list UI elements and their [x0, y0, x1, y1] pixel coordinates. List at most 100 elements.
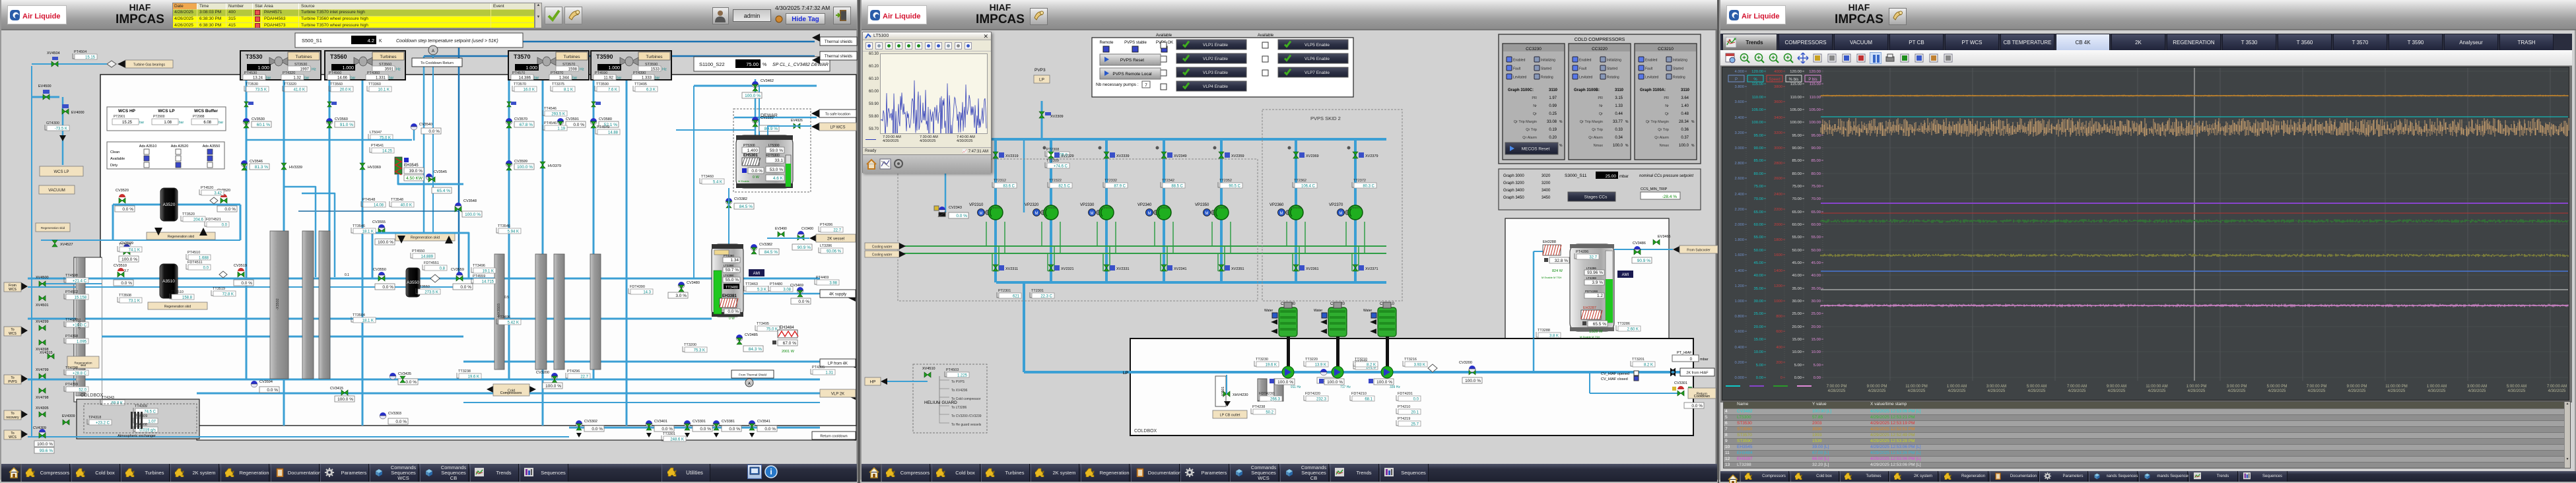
- svg-text:Clean: Clean: [110, 150, 119, 154]
- svg-text:3400: 3400: [1774, 116, 1782, 120]
- svg-text:0.0 %: 0.0 %: [267, 388, 278, 393]
- svg-text:PR: PR: [1598, 96, 1603, 100]
- svg-text:TT3520: TT3520: [182, 212, 195, 216]
- svg-text:100.0 %: 100.0 %: [337, 397, 353, 402]
- svg-text:M: M: [1280, 212, 1283, 216]
- svg-text:717 Hz: 717 Hz: [1340, 385, 1351, 389]
- svg-text:bar: bar: [389, 77, 394, 80]
- svg-text:32.8 %: 32.8 %: [1555, 259, 1568, 263]
- svg-text:LT3398: LT3398: [724, 264, 733, 267]
- svg-text:11.92: 11.92: [603, 77, 613, 80]
- svg-text:293.5 K: 293.5 K: [551, 113, 565, 117]
- svg-text:bar: bar: [219, 121, 224, 125]
- svg-text:VLP5 Enable: VLP5 Enable: [1305, 43, 1330, 48]
- svg-text:3450: 3450: [1542, 196, 1551, 200]
- svg-text:M: M: [1205, 212, 1209, 216]
- svg-text:25.00: 25.00: [1606, 174, 1617, 179]
- svg-text:50.2: 50.2: [1266, 411, 1273, 415]
- svg-text:TT2309: TT2309: [1046, 159, 1059, 163]
- svg-text:80.00: 80.00: [1753, 172, 1763, 176]
- svg-text:0.800: 0.800: [1734, 315, 1744, 319]
- svg-text:PT4799: PT4799: [65, 383, 78, 387]
- svg-text:CV3555: CV3555: [372, 220, 386, 224]
- svg-text:93.06 %: 93.06 %: [827, 250, 842, 254]
- svg-text:FDT4551: FDT4551: [424, 261, 439, 265]
- svg-text:0.0 %: 0.0 %: [382, 285, 393, 290]
- svg-text:VP2370: VP2370: [1329, 203, 1343, 207]
- svg-text:3.000: 3.000: [1734, 146, 1744, 150]
- svg-text:55.0 %: 55.0 %: [726, 278, 739, 282]
- svg-text:0 W: 0 W: [729, 317, 735, 321]
- svg-text:P: P: [1735, 78, 1738, 82]
- svg-text:XV2339: XV2339: [1116, 154, 1130, 158]
- svg-text:39.0 %: 39.0 %: [409, 169, 423, 174]
- svg-text:%: %: [1559, 144, 1563, 148]
- svg-text:621: 621: [1013, 295, 1020, 299]
- svg-text:PVPS: PVPS: [8, 380, 17, 384]
- svg-text:XV2311: XV2311: [1005, 267, 1018, 271]
- svg-text:4.2: 4.2: [368, 38, 374, 44]
- svg-text:0.019 g/s: 0.019 g/s: [139, 429, 156, 433]
- svg-text:0: 0: [1780, 376, 1782, 380]
- svg-text:5.42 K: 5.42 K: [508, 321, 519, 325]
- svg-text:0.48: 0.48: [1681, 112, 1689, 116]
- svg-text:2K vessel: 2K vessel: [827, 238, 844, 242]
- svg-text:1.2: 1.2: [1597, 294, 1603, 298]
- svg-text:232.3: 232.3: [1316, 398, 1327, 402]
- svg-text:15.25: 15.25: [122, 121, 133, 125]
- svg-text:1.000: 1.000: [257, 66, 269, 71]
- svg-text:0.0: 0.0: [1413, 398, 1419, 402]
- svg-text:TT3286: TT3286: [1617, 322, 1630, 326]
- svg-text:TT3288: TT3288: [1538, 329, 1550, 333]
- svg-text:90.00: 90.00: [1792, 146, 1802, 150]
- svg-text:0.0 %: 0.0 %: [751, 169, 763, 174]
- svg-text:2200: 2200: [1774, 208, 1782, 212]
- svg-text:EH3288: EH3288: [1543, 240, 1556, 244]
- svg-text:4.6 K: 4.6 K: [773, 176, 784, 181]
- svg-text:3.0 %: 3.0 %: [675, 294, 687, 298]
- svg-text:0.36: 0.36: [1681, 128, 1689, 132]
- svg-text:88.5 C: 88.5 C: [1171, 185, 1183, 189]
- svg-text:1.97: 1.97: [1549, 96, 1557, 100]
- svg-text:84.5 %: 84.5 %: [739, 205, 753, 209]
- svg-text:CCS_MIN_TRIP: CCS_MIN_TRIP: [1641, 187, 1668, 191]
- svg-text:PT4549: PT4549: [597, 125, 609, 129]
- svg-text:TT2332: TT2332: [1104, 179, 1117, 183]
- svg-text:100.00: 100.00: [1751, 121, 1763, 125]
- svg-text:5.00: 5.00: [1794, 364, 1802, 368]
- svg-text:To Cold compressor: To Cold compressor: [951, 397, 981, 401]
- svg-text:5.3 K: 5.3 K: [757, 288, 766, 292]
- svg-text:Started: Started: [1607, 67, 1617, 71]
- svg-text:Air Liquide: Air Liquide: [883, 13, 920, 20]
- svg-text:PT2900: PT2900: [153, 115, 165, 119]
- svg-text:13.24: 13.24: [253, 77, 263, 80]
- svg-text:VP2340: VP2340: [1137, 203, 1152, 207]
- svg-text:2K from HIAF: 2K from HIAF: [1686, 371, 1709, 375]
- svg-text:4.000: 4.000: [1734, 70, 1744, 74]
- svg-text:1800: 1800: [1774, 238, 1782, 242]
- svg-text:22.7: 22.7: [580, 375, 588, 379]
- svg-text:0.1: 0.1: [345, 273, 349, 277]
- svg-text:XV2349: XV2349: [1174, 154, 1187, 158]
- svg-text:PT4286: PT4286: [820, 223, 832, 227]
- svg-text:Levitated: Levitated: [1513, 76, 1527, 80]
- svg-text:1328 W: 1328 W: [1589, 330, 1603, 334]
- svg-text:LT4398: LT4398: [724, 274, 733, 277]
- svg-text:824 W: 824 W: [1552, 269, 1563, 273]
- svg-text:Graph 3200: Graph 3200: [1503, 181, 1524, 185]
- svg-text:3110: 3110: [1681, 88, 1690, 92]
- svg-text:600: 600: [1776, 330, 1782, 334]
- svg-text:200: 200: [1776, 361, 1782, 365]
- svg-text:19.6 K: 19.6 K: [1266, 364, 1277, 368]
- svg-text:1.40: 1.40: [1681, 104, 1689, 108]
- svg-text:COLDBOX: COLDBOX: [1134, 429, 1157, 434]
- svg-text:248.6 K: 248.6 K: [670, 438, 684, 442]
- svg-text:AMI: AMI: [1622, 273, 1629, 277]
- svg-text:0.600: 0.600: [1734, 330, 1744, 334]
- svg-text:20.00: 20.00: [1792, 325, 1802, 329]
- svg-text:55.00: 55.00: [1753, 236, 1763, 240]
- svg-text:M: M: [1091, 212, 1094, 216]
- svg-text:WCS HP: WCS HP: [118, 109, 136, 113]
- svg-text:TT3510: TT3510: [171, 290, 184, 294]
- svg-text:0.0 %: 0.0 %: [956, 214, 967, 218]
